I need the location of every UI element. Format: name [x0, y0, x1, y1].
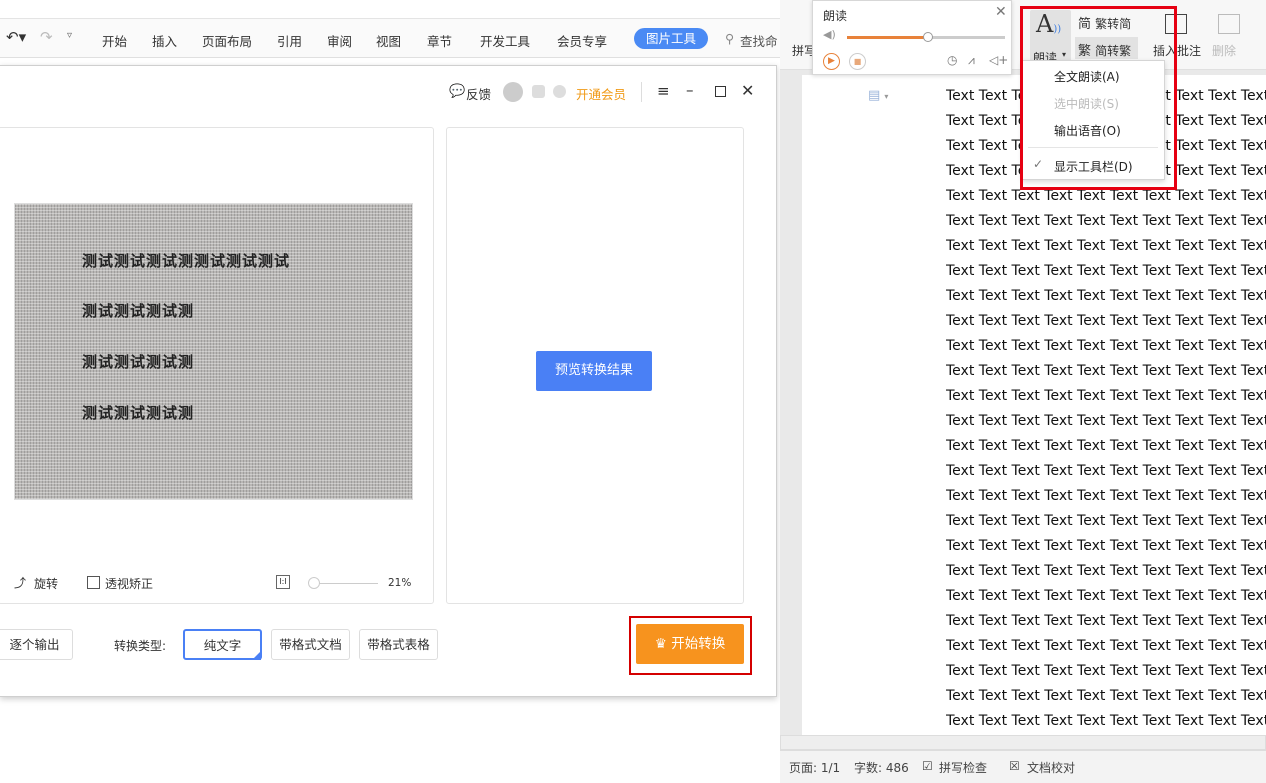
- proofread-button[interactable]: 文档校对: [1027, 759, 1075, 776]
- type-plain-text[interactable]: 纯文字: [183, 629, 262, 660]
- status-bar: 页面: 1/1 字数: 486 ☑ 拼写检查 ☒ 文档校对: [780, 750, 1266, 783]
- selected-check-icon: [252, 651, 261, 660]
- read-panel-title: 朗读: [823, 9, 848, 23]
- photo-text-line: 测试测试测试测: [82, 302, 195, 320]
- document-line: Text Text Text Text Text Text Text Text …: [946, 338, 1266, 354]
- minimize-icon[interactable]: –: [686, 81, 694, 99]
- image-to-text-dialog: 💬 反馈 开通会员 ≡ – ✕ 测试测试测试测测试测试测试 测试测试测试测 测试…: [0, 65, 777, 697]
- feedback-icon[interactable]: 💬: [449, 84, 465, 99]
- rotate-button[interactable]: 旋转: [34, 575, 58, 592]
- highlight-box: [1020, 6, 1177, 190]
- document-line: Text Text Text Text Text Text Text Text …: [946, 563, 1266, 579]
- fit-icon[interactable]: I:I: [276, 575, 290, 589]
- tab-reference[interactable]: 引用: [277, 31, 302, 50]
- document-line: Text Text Text Text Text Text Text Text …: [946, 363, 1266, 379]
- source-photo: 测试测试测试测测试测试测试 测试测试测试测 测试测试测试测 测试测试测试测: [14, 203, 413, 500]
- tab-picture-tools[interactable]: 图片工具: [634, 28, 708, 49]
- divider: [641, 82, 642, 102]
- tab-view[interactable]: 视图: [376, 31, 401, 50]
- search-command[interactable]: 查找命: [740, 31, 778, 50]
- document-line: Text Text Text Text Text Text Text Text …: [946, 538, 1266, 554]
- highlight-box: [629, 616, 752, 675]
- photo-text-line: 测试测试测试测: [82, 353, 195, 371]
- vip-link[interactable]: 开通会员: [576, 84, 626, 103]
- tab-member[interactable]: 会员专享: [557, 31, 607, 50]
- rotate-icon[interactable]: ⤴: [14, 574, 26, 591]
- document-line: Text Text Text Text Text Text Text Text …: [946, 438, 1266, 454]
- menu-icon[interactable]: ≡: [657, 82, 670, 100]
- search-icon[interactable]: ⚲: [725, 31, 734, 46]
- document-line: Text Text Text Text Text Text Text Text …: [946, 238, 1266, 254]
- delete-comment-button[interactable]: 删除: [1212, 42, 1236, 59]
- type-formatted-doc[interactable]: 带格式文档: [271, 629, 350, 660]
- document-line: Text Text Text Text Text Text Text Text …: [946, 488, 1266, 504]
- stop-icon[interactable]: ■: [849, 53, 866, 70]
- tab-start[interactable]: 开始: [102, 31, 127, 50]
- document-line: Text Text Text Text Text Text Text Text …: [946, 588, 1266, 604]
- result-preview-panel: 预览转换结果: [446, 127, 744, 604]
- tab-developer[interactable]: 开发工具: [480, 31, 530, 50]
- ribbon-tab-bar: ↶▾ ↷ ▿ 开始 插入 页面布局 引用 审阅 视图 章节 开发工具 会员专享 …: [0, 18, 780, 58]
- perspective-icon[interactable]: [87, 576, 100, 589]
- export-each-button[interactable]: 逐个输出: [0, 629, 73, 660]
- avatar[interactable]: [503, 82, 523, 102]
- tab-insert[interactable]: 插入: [152, 31, 177, 50]
- document-line: Text Text Text Text Text Text Text Text …: [946, 213, 1266, 229]
- document-line: Text Text Text Text Text Text Text Text …: [946, 513, 1266, 529]
- customize-dropdown-icon[interactable]: ▿: [67, 30, 72, 41]
- read-aloud-panel: 朗读 ✕ ◀) ▶ ■ ◷ ⩘ ◁+: [812, 0, 1012, 75]
- conversion-type-label: 转换类型:: [114, 639, 167, 653]
- proofread-icon[interactable]: ☒: [1009, 759, 1020, 773]
- document-line: Text Text Text Text Text Text Text Text …: [946, 463, 1266, 479]
- document-line: Text Text Text Text Text Text Text Text …: [946, 638, 1266, 654]
- volume-slider-handle[interactable]: [922, 32, 933, 42]
- perspective-button[interactable]: 透视矫正: [105, 575, 153, 592]
- feedback-link[interactable]: 反馈: [466, 84, 491, 103]
- redo-icon[interactable]: ↷: [40, 28, 53, 46]
- document-line: Text Text Text Text Text Text Text Text …: [946, 713, 1266, 729]
- zoom-level: 21%: [388, 577, 412, 589]
- tab-review[interactable]: 审阅: [327, 31, 352, 50]
- volume-icon: ◀): [823, 28, 836, 41]
- tab-chapter[interactable]: 章节: [427, 31, 452, 50]
- play-icon[interactable]: ▶: [823, 53, 840, 70]
- document-line: Text Text Text Text Text Text Text Text …: [946, 388, 1266, 404]
- pitch-icon[interactable]: ⩘: [968, 53, 975, 68]
- zoom-slider[interactable]: [315, 583, 378, 584]
- zoom-slider-handle[interactable]: [308, 577, 320, 589]
- spell-check-button[interactable]: 拼写检查: [939, 759, 987, 776]
- tab-layout[interactable]: 页面布局: [202, 31, 252, 50]
- spell-check-icon[interactable]: ☑: [922, 759, 933, 773]
- horizontal-scrollbar[interactable]: [780, 735, 1266, 750]
- document-line: Text Text Text Text Text Text Text Text …: [946, 313, 1266, 329]
- word-count[interactable]: 字数: 486: [854, 759, 909, 776]
- preview-result-button[interactable]: 预览转换结果: [536, 351, 652, 391]
- maximize-icon[interactable]: [715, 86, 726, 97]
- document-line: Text Text Text Text Text Text Text Text …: [946, 688, 1266, 704]
- speed-icon[interactable]: ◷: [947, 53, 957, 67]
- document-line: Text Text Text Text Text Text Text Text …: [946, 263, 1266, 279]
- document-line: Text Text Text Text Text Text Text Text …: [946, 188, 1266, 204]
- paragraph-icon[interactable]: ▤ ▾: [868, 88, 888, 103]
- delete-comment-icon: [1218, 14, 1240, 34]
- photo-text-line: 测试测试测试测测试测试测试: [82, 252, 291, 270]
- type-formatted-table[interactable]: 带格式表格: [359, 629, 438, 660]
- document-line: Text Text Text Text Text Text Text Text …: [946, 663, 1266, 679]
- close-icon[interactable]: ✕: [995, 4, 1007, 20]
- close-icon[interactable]: ✕: [741, 81, 754, 100]
- document-line: Text Text Text Text Text Text Text Text …: [946, 613, 1266, 629]
- photo-text-line: 测试测试测试测: [82, 404, 195, 422]
- document-line: Text Text Text Text Text Text Text Text …: [946, 288, 1266, 304]
- source-image-panel: 测试测试测试测测试测试测试 测试测试测试测 测试测试测试测 测试测试测试测 ⤴ …: [0, 127, 434, 604]
- undo-icon[interactable]: ↶▾: [6, 28, 26, 46]
- voice-icon[interactable]: ◁+: [989, 53, 1008, 67]
- document-line: Text Text Text Text Text Text Text Text …: [946, 413, 1266, 429]
- badge-icon: [532, 85, 545, 98]
- page-indicator[interactable]: 页面: 1/1: [789, 759, 840, 776]
- coin-icon: [553, 85, 566, 98]
